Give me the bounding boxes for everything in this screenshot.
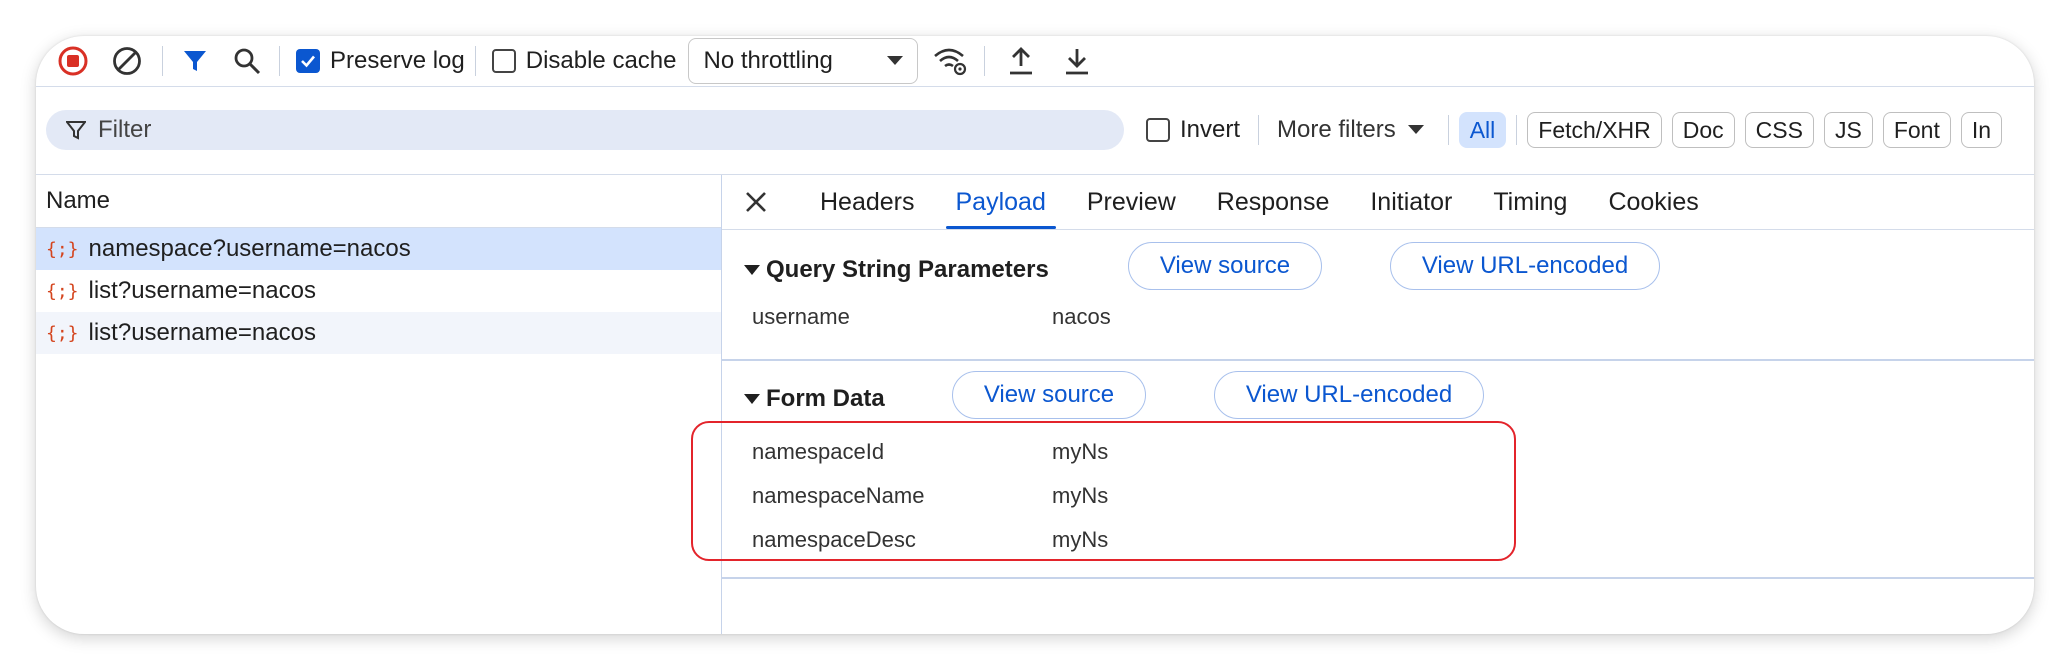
invert-label: Invert	[1180, 116, 1241, 143]
param-key: namespaceId	[752, 439, 885, 464]
filter-bar: Filter Invert More filters All Fetch/XHR…	[36, 86, 2034, 175]
devtools-network-panel: Preserve log Disable cache No throttling…	[36, 36, 2034, 634]
request-name: namespace?username=nacos	[88, 235, 411, 262]
type-chip-js[interactable]: JS	[1823, 112, 1873, 148]
tab-preview[interactable]: Preview	[1087, 175, 1176, 229]
toolbar-divider	[474, 46, 476, 76]
checkbox-checked-icon[interactable]	[296, 49, 320, 73]
record-stop-icon[interactable]	[48, 36, 98, 86]
query-view-url-encoded-button[interactable]: View URL-encoded	[1390, 242, 1660, 290]
request-name: list?username=nacos	[88, 277, 316, 304]
expand-triangle-icon	[744, 394, 760, 404]
form-view-url-encoded-button[interactable]: View URL-encoded	[1214, 371, 1484, 419]
throttling-value: No throttling	[703, 47, 833, 74]
param-key: namespaceDesc	[752, 527, 916, 552]
caret-down-icon	[1407, 125, 1424, 134]
type-chip-fetch-xhr[interactable]: Fetch/XHR	[1527, 112, 1662, 148]
section-divider	[722, 577, 2034, 579]
form-view-source-button[interactable]: View source	[952, 371, 1146, 419]
param-key: namespaceName	[752, 483, 925, 508]
search-icon[interactable]	[225, 36, 269, 86]
close-icon[interactable]	[736, 175, 776, 229]
query-string-title: Query String Parameters	[766, 256, 1049, 283]
filter-icon	[66, 121, 86, 140]
type-chip-img[interactable]: In	[1960, 112, 2003, 148]
form-data-title: Form Data	[766, 385, 885, 412]
tab-headers[interactable]: Headers	[820, 175, 915, 229]
param-value: myNs	[1052, 527, 1109, 552]
throttling-select[interactable]: No throttling	[688, 38, 919, 84]
checkbox-unchecked-icon[interactable]	[491, 49, 516, 73]
filter-divider	[1447, 115, 1449, 145]
form-data-header[interactable]: Form Data	[744, 385, 885, 413]
xhr-request-icon: {;}	[46, 322, 79, 344]
network-toolbar: Preserve log Disable cache No throttling	[36, 36, 2034, 87]
tab-response[interactable]: Response	[1217, 175, 1330, 229]
checkbox-unchecked-icon[interactable]	[1146, 118, 1170, 142]
xhr-request-icon: {;}	[46, 280, 79, 302]
filter-placeholder: Filter	[98, 116, 152, 143]
param-key: username	[752, 304, 850, 329]
more-filters-label: More filters	[1277, 116, 1396, 143]
details-tabs: Headers Payload Preview Response Initiat…	[722, 175, 2034, 230]
param-value: nacos	[1052, 304, 1111, 329]
disable-cache-checkbox[interactable]: Disable cache	[491, 47, 677, 75]
filter-toggle-icon[interactable]	[173, 36, 217, 86]
request-row[interactable]: {;} list?username=nacos	[36, 312, 721, 354]
toolbar-divider	[279, 46, 280, 76]
filter-input[interactable]: Filter	[46, 110, 1124, 150]
param-value: myNs	[1052, 483, 1109, 508]
param-value: myNs	[1052, 439, 1109, 464]
name-column-header[interactable]: Name	[36, 175, 721, 228]
type-chip-font[interactable]: Font	[1882, 112, 1951, 148]
tab-cookies[interactable]: Cookies	[1608, 175, 1698, 229]
request-row[interactable]: {;} namespace?username=nacos	[36, 228, 721, 270]
chevron-down-icon	[887, 56, 904, 65]
expand-triangle-icon	[744, 265, 760, 275]
invert-checkbox[interactable]: Invert	[1146, 116, 1240, 144]
filter-divider	[1258, 115, 1260, 145]
upload-icon[interactable]	[1001, 36, 1041, 86]
disable-cache-label: Disable cache	[525, 47, 677, 74]
type-chip-css[interactable]: CSS	[1744, 112, 1814, 148]
query-string-section: Query String Parameters View source View…	[722, 230, 2034, 360]
clear-icon[interactable]	[102, 36, 152, 86]
more-filters-dropdown[interactable]: More filters	[1277, 116, 1424, 144]
type-chip-all[interactable]: All	[1458, 112, 1507, 148]
query-string-header[interactable]: Query String Parameters	[744, 256, 1049, 284]
tab-timing[interactable]: Timing	[1493, 175, 1567, 229]
preserve-log-checkbox[interactable]: Preserve log	[296, 47, 465, 75]
request-name: list?username=nacos	[88, 319, 316, 346]
network-conditions-icon[interactable]	[928, 36, 974, 86]
form-data-section: Form Data View source View URL-encoded n…	[691, 361, 2034, 581]
download-icon[interactable]	[1057, 36, 1097, 86]
filter-divider	[1516, 115, 1518, 145]
tab-payload[interactable]: Payload	[945, 175, 1057, 229]
preserve-log-label: Preserve log	[330, 47, 465, 74]
toolbar-divider	[162, 46, 163, 76]
query-view-source-button[interactable]: View source	[1128, 242, 1322, 290]
request-list: Name {;} namespace?username=nacos {;} li…	[36, 175, 722, 634]
type-chip-doc[interactable]: Doc	[1671, 112, 1735, 148]
request-details: Headers Payload Preview Response Initiat…	[691, 175, 2034, 634]
tab-initiator[interactable]: Initiator	[1370, 175, 1452, 229]
xhr-request-icon: {;}	[46, 238, 79, 260]
toolbar-divider	[984, 46, 986, 76]
request-row[interactable]: {;} list?username=nacos	[36, 270, 721, 312]
